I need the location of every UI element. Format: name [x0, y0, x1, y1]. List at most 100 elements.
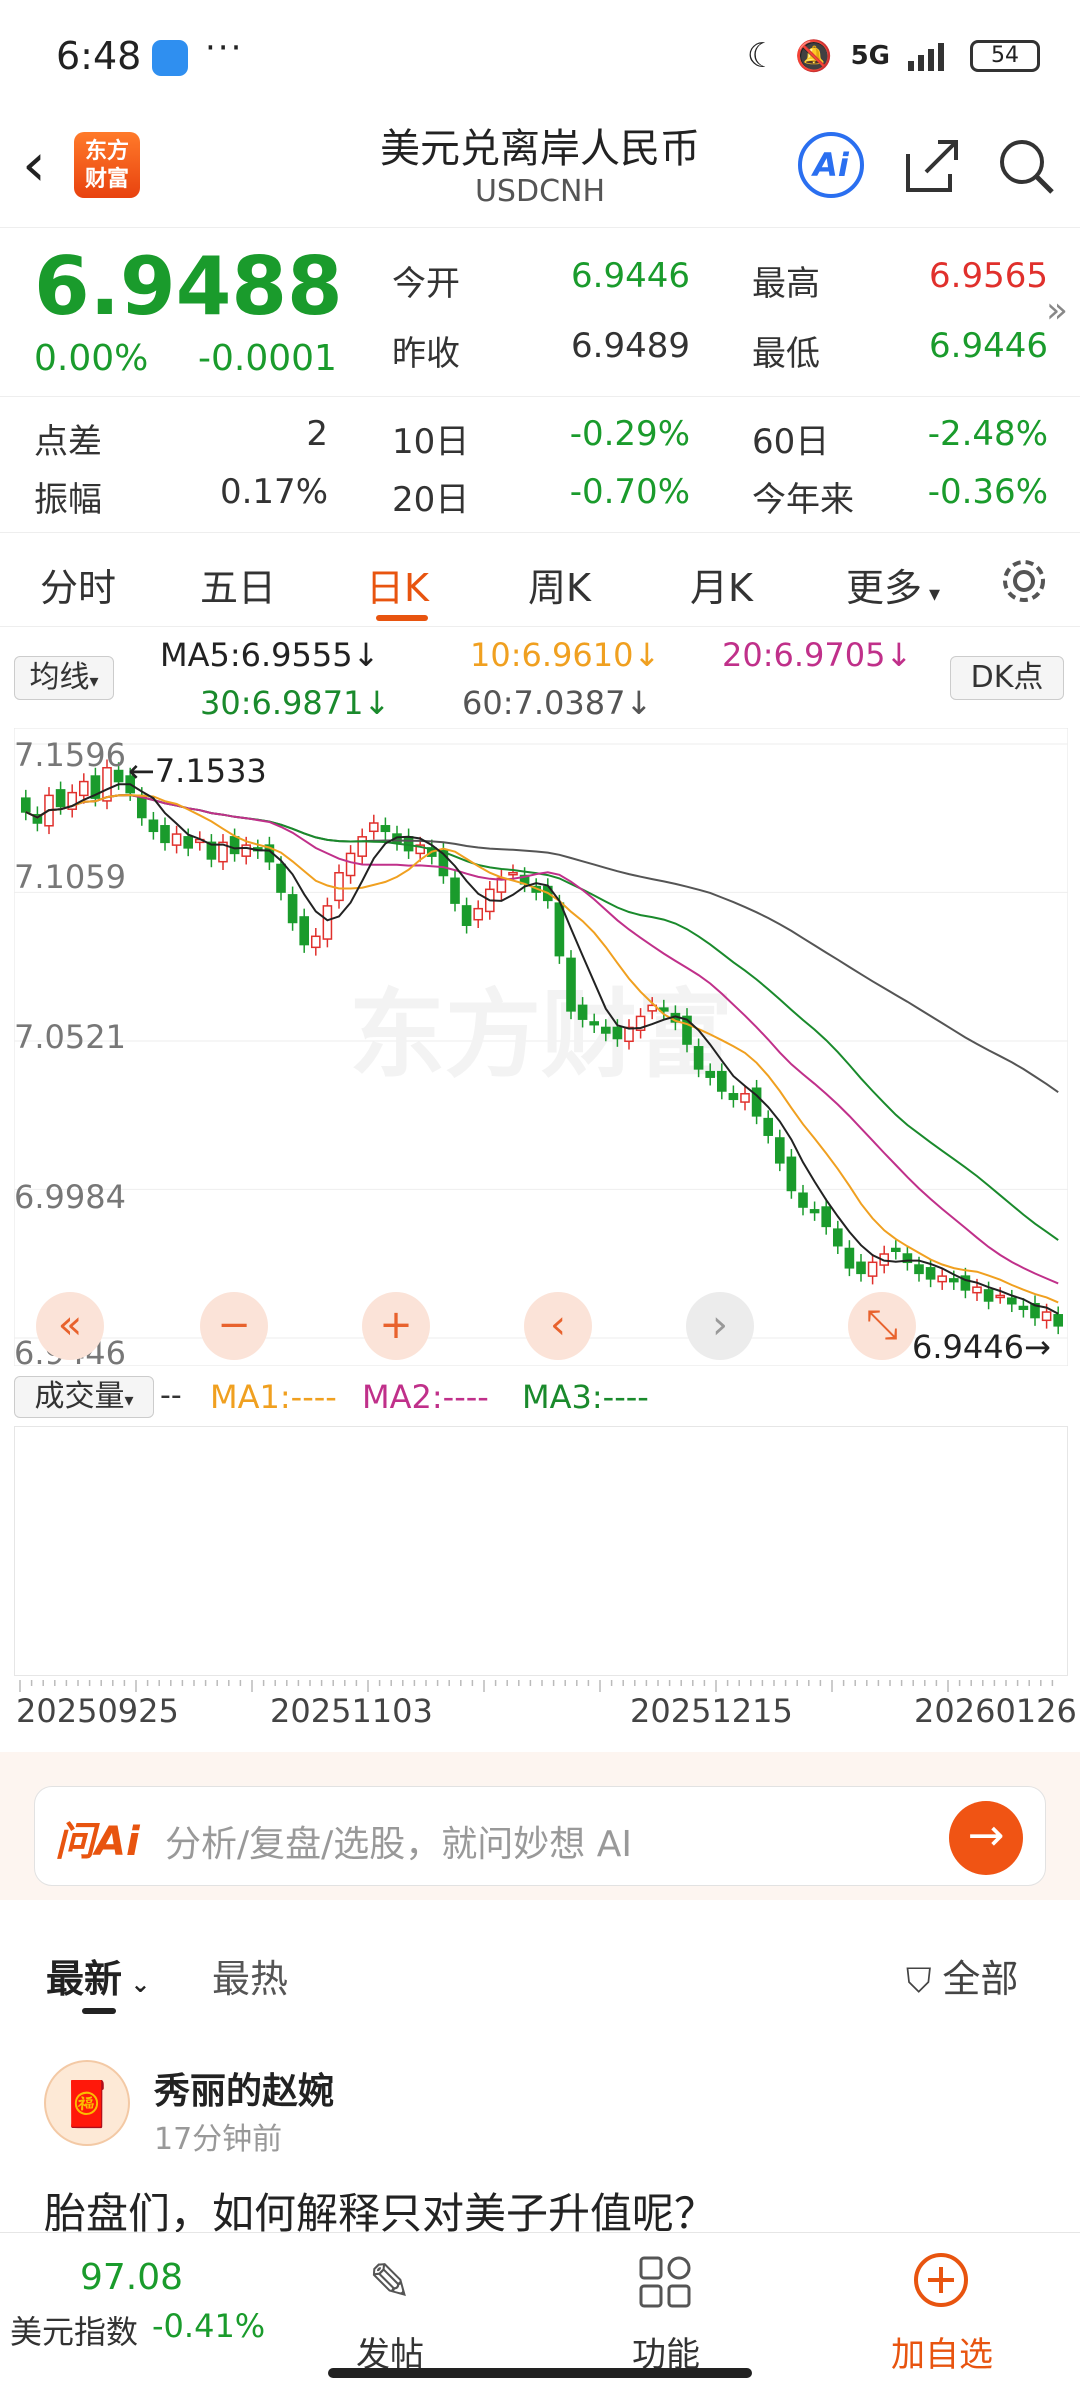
candle-body [832, 1228, 843, 1247]
candle-body [322, 905, 333, 940]
low-label: 最低 [752, 334, 820, 374]
high-marker-value: 7.1533 [154, 752, 267, 790]
d20-label: 20日 [392, 480, 470, 520]
ai-input[interactable]: 问Ai 分析/复盘/选股，就问妙想 AI → [34, 1786, 1046, 1886]
post-author[interactable]: 秀丽的赵婉 [154, 2062, 334, 2114]
vol-ma1: MA1:---- [210, 1378, 337, 1416]
share-icon[interactable] [902, 136, 962, 196]
volume-selector[interactable]: 成交量▾ [14, 1376, 154, 1418]
usd-index-value: 97.08 [80, 2257, 184, 2298]
edit-icon: ✎ [368, 2253, 412, 2313]
candle-body [821, 1206, 832, 1228]
caret-down-icon: ▾ [124, 1390, 134, 1411]
ma10-value: 10:6.9610↓ [470, 636, 661, 674]
mute-icon: 🔕 [795, 38, 833, 74]
fullscreen-icon[interactable]: ⤡ [848, 1292, 916, 1360]
candle-body [774, 1137, 785, 1164]
candle-body [914, 1264, 924, 1275]
candle-body [508, 871, 518, 876]
search-icon[interactable] [996, 136, 1056, 196]
zoom-out-icon[interactable]: − [200, 1292, 268, 1360]
tab-more-label: 更多 [846, 566, 923, 610]
tab-hot[interactable]: 最热 [212, 1948, 288, 2003]
candle-body [148, 819, 159, 833]
prev-icon[interactable]: ‹ [524, 1292, 592, 1360]
zoom-in-icon[interactable]: + [362, 1292, 430, 1360]
candle-body [554, 902, 565, 957]
header: ‹ 东方 财富 美元兑离岸人民币 USDCNH Ai [0, 110, 1080, 228]
nav-add-watchlist[interactable]: 加自选 [862, 2327, 1022, 2376]
status-icons: ☾ 🔕 5G 54 [747, 36, 1040, 76]
candlestick-chart[interactable]: 东方财富 [14, 728, 1068, 1366]
divider [0, 396, 1080, 397]
prev-close-value: 6.9489 [571, 326, 690, 366]
candle-body [1018, 1305, 1029, 1311]
d10-label: 10日 [392, 422, 470, 462]
candle-body [948, 1278, 959, 1283]
date-label: 20251103 [270, 1692, 433, 1730]
candle-body [983, 1289, 994, 1302]
d10-value: -0.29% [569, 414, 690, 454]
ai-button[interactable]: Ai [798, 132, 864, 198]
tab-daily-k[interactable]: 日K [366, 557, 429, 612]
candle-body [276, 863, 286, 893]
ma-selector-label: 均线 [29, 660, 90, 695]
caret-down-icon: ▾ [922, 582, 941, 607]
candle-body [600, 1026, 611, 1034]
candle-body [612, 1026, 623, 1040]
candle-body [995, 1294, 1006, 1299]
candle-body [1006, 1297, 1017, 1305]
last-price: 6.9488 [34, 240, 343, 333]
open-label: 今开 [392, 264, 460, 304]
expand-icon[interactable]: » [1046, 290, 1068, 331]
tab-latest-label: 最新 [46, 1957, 123, 2001]
tab-more[interactable]: 更多 ▾ [846, 557, 940, 612]
status-bar: 6:48 ··· ☾ 🔕 5G 54 [0, 0, 1080, 110]
vol-ma2: MA2:---- [362, 1378, 489, 1416]
candle-body [160, 825, 170, 844]
change-value: -0.0001 [198, 338, 337, 379]
candle-body [345, 852, 356, 877]
tab-monthly-k[interactable]: 月K [690, 557, 753, 612]
dk-point-button[interactable]: DK点 [950, 656, 1064, 700]
tab-latest[interactable]: 最新 ⌄ [46, 1948, 150, 2003]
settings-gear-icon[interactable] [998, 555, 1050, 607]
tab-five-day[interactable]: 五日 [200, 557, 276, 612]
candle-body [380, 825, 391, 833]
filter-button[interactable]: ⛉ 全部 [906, 1948, 1018, 2003]
spread-label: 点差 [34, 422, 102, 462]
next-icon[interactable]: › [686, 1292, 754, 1360]
candle-body [368, 822, 379, 833]
usd-index-name[interactable]: 美元指数 [10, 2307, 138, 2353]
candle-body [78, 780, 89, 797]
high-label: 最高 [752, 264, 820, 304]
candle-body [856, 1261, 866, 1275]
date-axis-ticks [19, 1680, 1054, 1692]
candle-body [183, 836, 194, 849]
tab-weekly-k[interactable]: 周K [528, 557, 591, 612]
candle-body [357, 836, 368, 857]
volume-selector-label: 成交量 [34, 1379, 125, 1414]
app-notification-icon [152, 40, 188, 76]
date-label: 20250925 [16, 1692, 179, 1730]
candle-body [740, 1093, 750, 1103]
d60-value: -2.48% [927, 414, 1048, 454]
avatar[interactable]: 🧧 [44, 2060, 130, 2146]
date-label: 20251215 [630, 1692, 793, 1730]
candle-body [786, 1156, 797, 1192]
rewind-icon[interactable]: « [36, 1292, 104, 1360]
ma30-value: 30:6.9871↓ [200, 684, 391, 722]
candle-body [798, 1192, 808, 1208]
tab-intraday[interactable]: 分时 [40, 557, 116, 612]
chevron-down-icon: ⌄ [122, 1970, 151, 1998]
ma-selector[interactable]: 均线▾ [14, 656, 114, 700]
home-indicator[interactable] [328, 2368, 752, 2378]
high-value: 6.9565 [929, 256, 1048, 296]
volume-chart[interactable] [14, 1426, 1068, 1676]
low-marker-label: 6.9446→ [912, 1328, 1051, 1366]
candle-body [809, 1209, 820, 1214]
arrow-right-icon[interactable]: → [949, 1801, 1023, 1875]
candle-body [763, 1117, 774, 1136]
ma20-value: 20:6.9705↓ [722, 636, 913, 674]
y-tick-label: 7.1059 [14, 858, 126, 896]
